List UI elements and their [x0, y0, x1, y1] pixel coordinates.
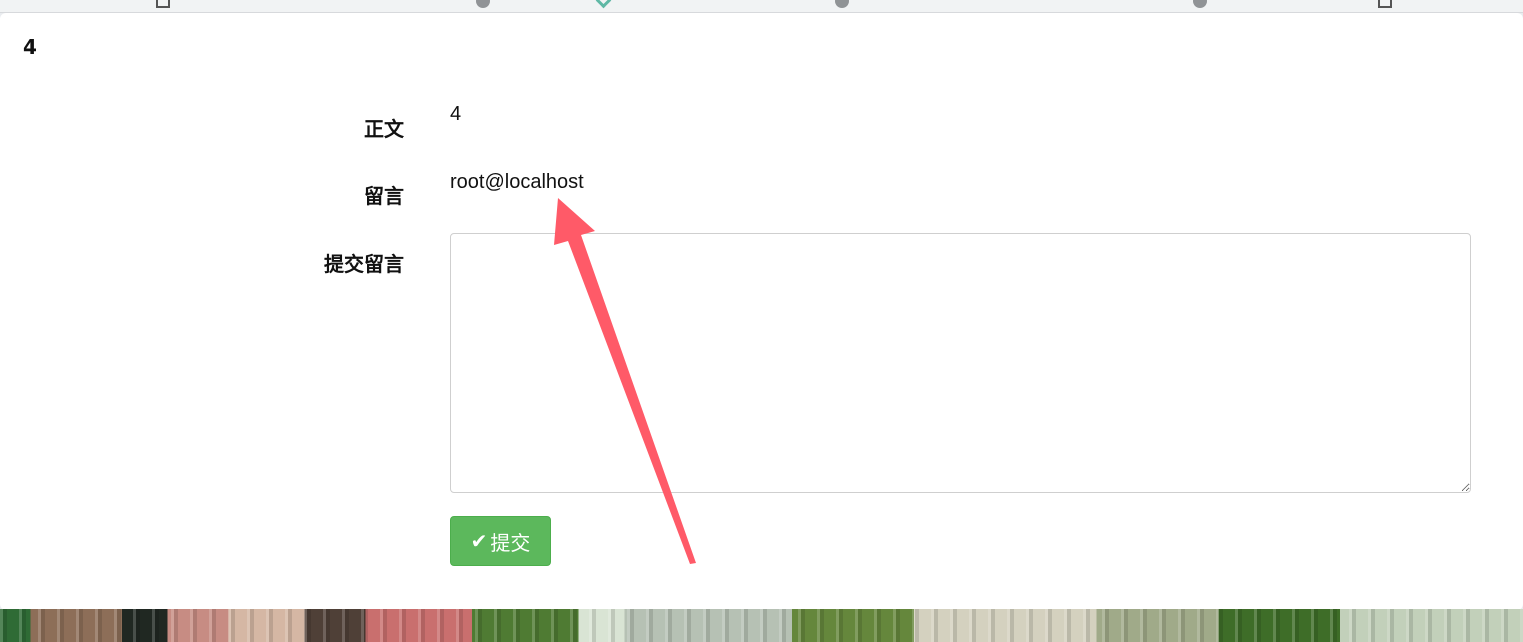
browser-toolbar-strip — [0, 0, 1523, 13]
page-title: 4 — [23, 35, 37, 59]
check-icon: ✔ — [470, 529, 488, 553]
globe-icon — [835, 0, 849, 8]
body-label: 正文 — [364, 117, 404, 141]
checkmark-icon — [595, 0, 612, 9]
page-icon — [156, 0, 170, 8]
globe-icon — [476, 0, 490, 8]
body-value: 4 — [450, 103, 462, 125]
submit-message-label: 提交留言 — [324, 252, 404, 276]
submit-button-label: 提交 — [490, 530, 531, 555]
globe-icon — [1193, 0, 1207, 8]
background-photo — [0, 609, 1523, 642]
message-card: 4 正文 4 留言 root@localhost 提交留言 ✔ 提交 — [0, 13, 1523, 610]
document-icon — [1378, 0, 1392, 8]
message-value: root@localhost — [450, 171, 584, 193]
message-textarea[interactable] — [450, 233, 1471, 493]
message-label: 留言 — [364, 184, 404, 208]
submit-button[interactable]: ✔ 提交 — [450, 516, 551, 566]
